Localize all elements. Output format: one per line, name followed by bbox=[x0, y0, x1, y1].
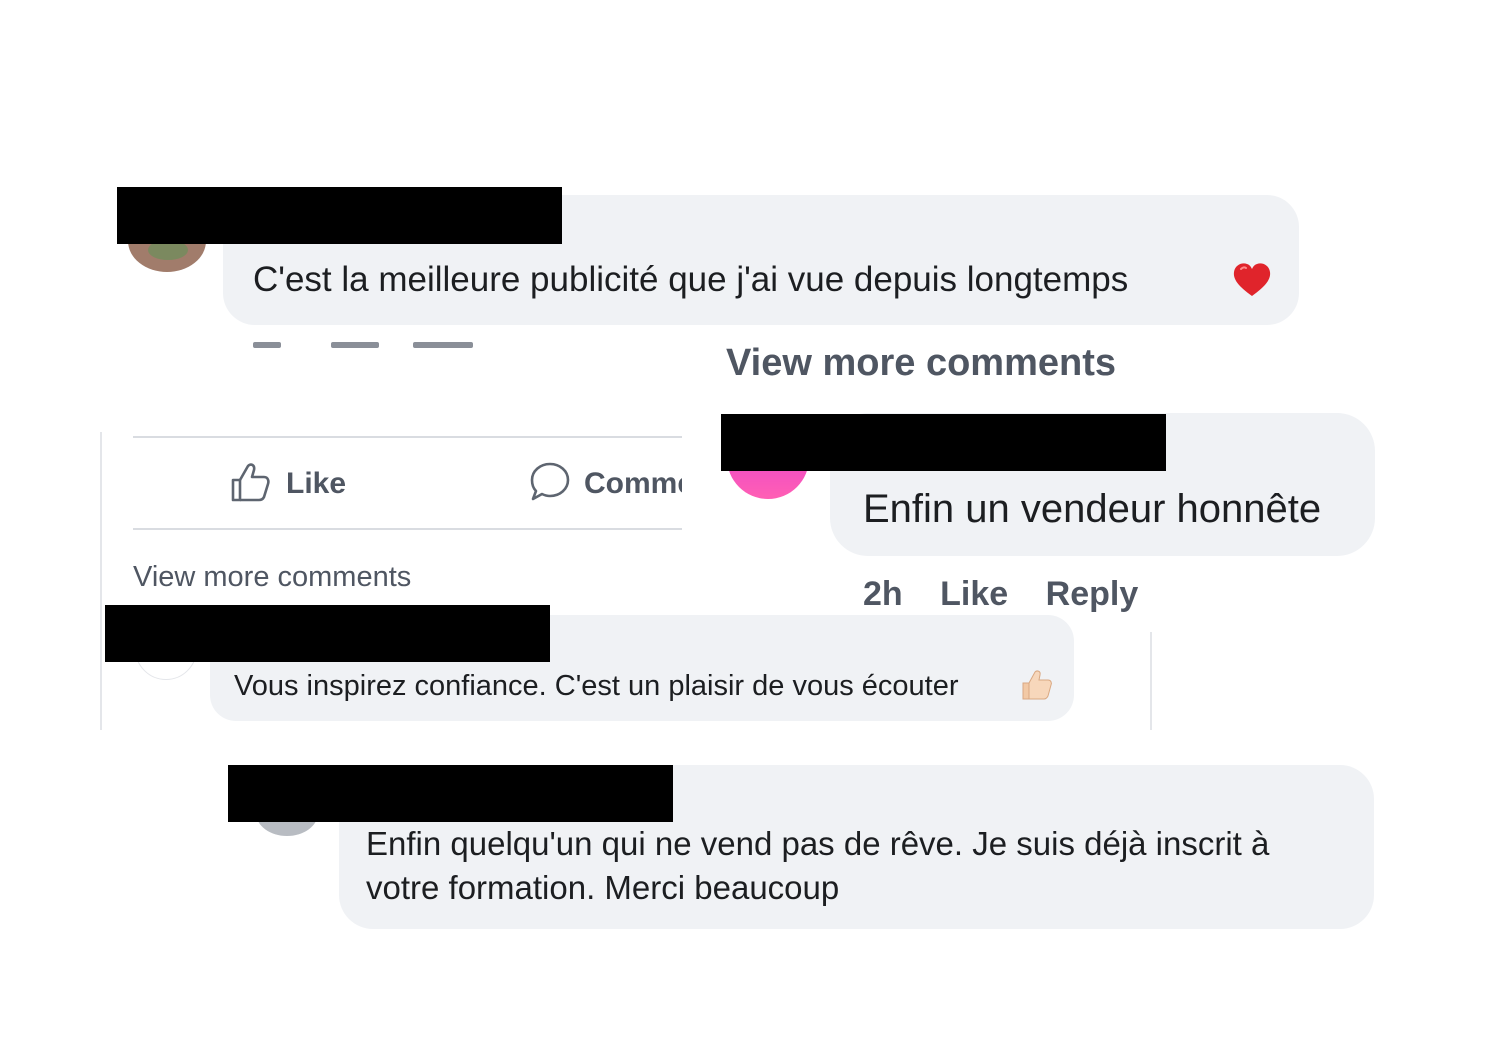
divider bbox=[133, 528, 682, 530]
divider bbox=[133, 436, 682, 438]
like-link[interactable]: Like bbox=[940, 575, 1008, 613]
comment-text: Vous inspirez confiance. C'est un plaisi… bbox=[234, 670, 959, 702]
comment-actions: 2h Like Reply bbox=[863, 572, 1138, 616]
right-border bbox=[1150, 632, 1152, 730]
reply-link[interactable]: Reply bbox=[1046, 575, 1139, 613]
view-more-comments-left[interactable]: View more comments bbox=[133, 558, 411, 596]
comment-text: Enfin quelqu'un qui ne vend pas de rêve.… bbox=[366, 822, 1269, 910]
comment-text: Enfin un vendeur honnête bbox=[863, 487, 1322, 531]
clipped-action-row bbox=[253, 340, 483, 348]
view-more-comments-right[interactable]: View more comments bbox=[726, 340, 1116, 386]
comment-button[interactable]: Comme bbox=[528, 458, 682, 510]
comment-text-line-2: votre formation. Merci beaucoup bbox=[366, 869, 840, 906]
thumbs-up-icon bbox=[1020, 668, 1054, 702]
like-button-label: Like bbox=[286, 467, 347, 500]
speech-bubble-icon bbox=[528, 460, 572, 509]
comment-time: 2h bbox=[863, 575, 903, 613]
red-heart-icon bbox=[1232, 262, 1272, 298]
redacted-name bbox=[105, 605, 550, 662]
left-border bbox=[100, 432, 102, 730]
thumbs-up-outline-icon bbox=[228, 460, 272, 509]
like-button[interactable]: Like bbox=[228, 458, 346, 510]
comment-text-line-1: Enfin quelqu'un qui ne vend pas de rêve.… bbox=[366, 825, 1270, 862]
comment-button-label: Comme bbox=[584, 467, 682, 500]
comment-text: C'est la meilleure publicité que j'ai vu… bbox=[253, 260, 1129, 299]
redacted-name bbox=[117, 187, 562, 244]
redacted-name bbox=[721, 414, 1166, 471]
redacted-name bbox=[228, 765, 673, 822]
